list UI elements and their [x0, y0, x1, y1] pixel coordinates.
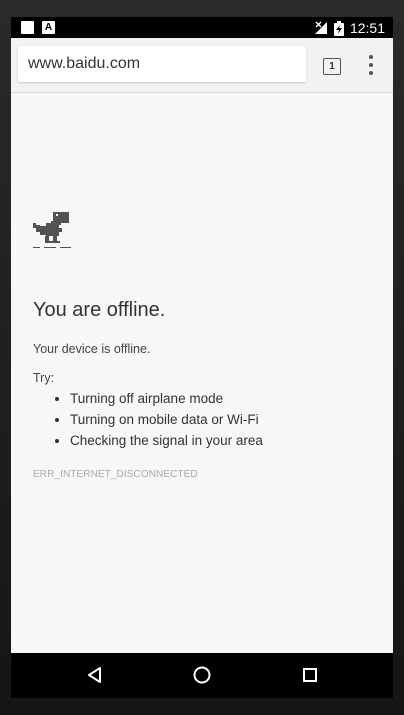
notification-square-icon	[21, 21, 34, 34]
suggestion-list: Turning off airplane mode Turning on mob…	[48, 388, 263, 451]
clock: 12:51	[349, 20, 385, 36]
offline-message: Your device is offline.	[33, 342, 151, 356]
page-title: You are offline.	[33, 299, 166, 321]
no-signal-icon	[314, 21, 327, 34]
status-bar: A 12:51	[11, 17, 393, 38]
battery-charging-icon	[333, 20, 344, 36]
url-text: www.baidu.com	[28, 55, 141, 72]
home-icon[interactable]	[192, 665, 212, 685]
device-screen: A 12:51 www.baidu.com 1 You are offline.…	[11, 17, 393, 698]
bullet-icon	[55, 397, 59, 401]
tab-switcher-button[interactable]: 1	[323, 58, 341, 75]
url-bar[interactable]: www.baidu.com	[18, 46, 306, 82]
list-item: Turning on mobile data or Wi-Fi	[48, 409, 263, 430]
status-left-icons: A	[21, 21, 55, 34]
list-item: Checking the signal in your area	[48, 430, 263, 451]
bullet-icon	[55, 439, 59, 443]
list-item: Turning off airplane mode	[48, 388, 263, 409]
three-dot-menu-icon[interactable]	[361, 55, 381, 75]
phone-frame: A 12:51 www.baidu.com 1 You are offline.…	[0, 0, 404, 715]
navigation-bar	[11, 653, 393, 698]
status-right-icons: 12:51	[314, 20, 385, 36]
browser-toolbar: www.baidu.com 1	[11, 38, 393, 93]
offline-dino-icon	[33, 212, 71, 248]
back-icon[interactable]	[85, 665, 105, 685]
a-badge-icon: A	[42, 21, 55, 34]
error-code: ERR_INTERNET_DISCONNECTED	[33, 469, 198, 480]
try-label: Try:	[33, 371, 55, 385]
bullet-icon	[55, 418, 59, 422]
recent-apps-icon[interactable]	[300, 665, 320, 685]
